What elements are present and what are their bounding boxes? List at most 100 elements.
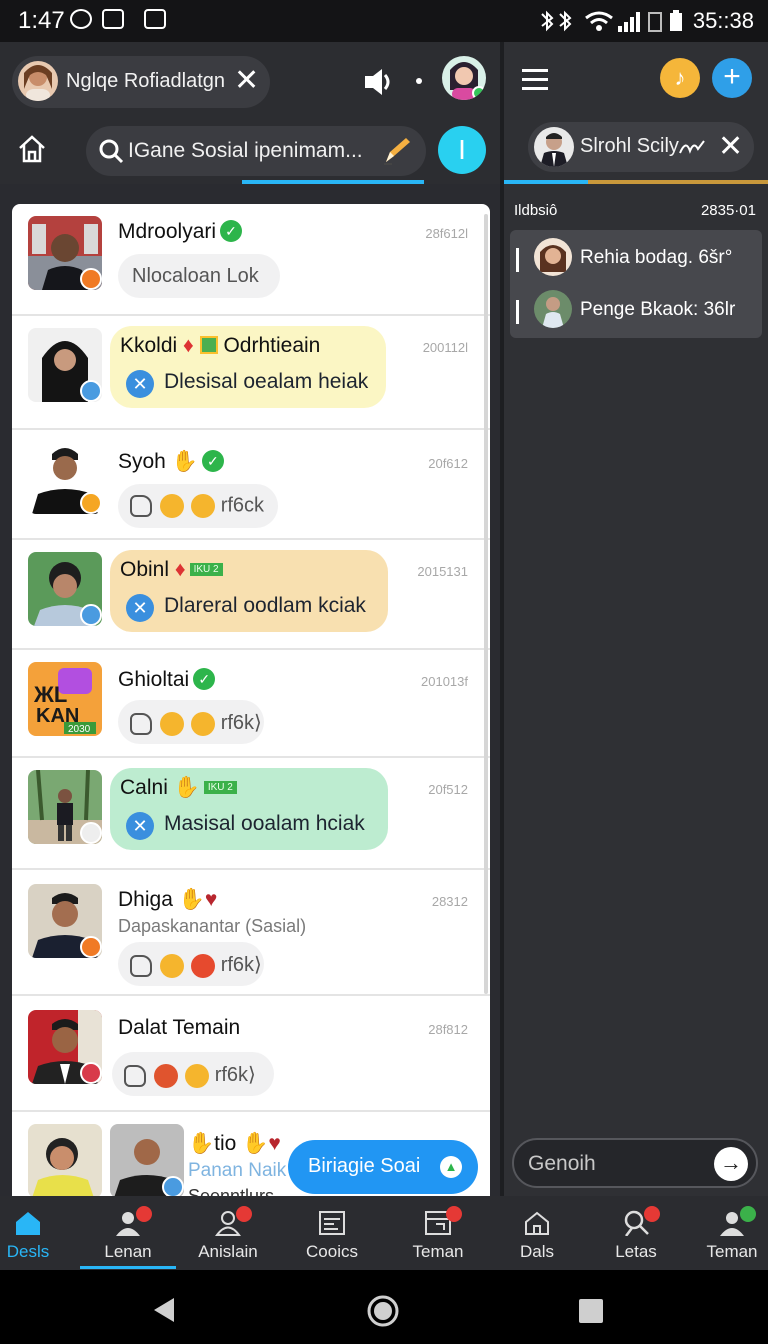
add-button[interactable]: + [712, 58, 752, 98]
message-input[interactable]: Genoih → [512, 1138, 758, 1188]
chat-name: Dalat Temain [118, 1016, 241, 1039]
pencil-icon[interactable] [380, 134, 414, 168]
notification-badge [446, 1206, 462, 1222]
speaker-icon[interactable] [362, 66, 394, 98]
close-icon[interactable]: ✕ [718, 132, 743, 162]
search-underline [242, 180, 424, 184]
contact-list: Rehia bodag. 6šr° Penge Bkaok: 36lr [510, 230, 762, 338]
screen-icon [144, 9, 166, 29]
chat-row[interactable]: Mdroolyari ✓ 28f612l Nlocaloan Lok [12, 204, 490, 316]
item-marker [516, 248, 519, 272]
list-item[interactable]: Penge Bkaok: 36lr [510, 288, 762, 332]
nav-item-teman-2[interactable]: Teman [682, 1196, 768, 1270]
bottom-nav: Desls Lenan Anislain Cooics Teman Dals L… [0, 1196, 768, 1270]
chat-bubble: Calni ✋ IKU 2 ✕ Masisal ooalam hciak [110, 768, 388, 850]
item-marker [516, 300, 519, 324]
hand-icon: ✋ [188, 1132, 215, 1155]
chat-preview: Dlesisal oealam heiak [164, 370, 369, 393]
wifi-icon [585, 11, 613, 31]
nav-item-dals[interactable]: Dals [487, 1196, 587, 1270]
list-item-label: Penge Bkaok: 36lr [580, 299, 736, 320]
nav-label: Dals [519, 1242, 554, 1261]
home-button-icon[interactable] [366, 1294, 400, 1328]
send-button[interactable]: → [714, 1147, 748, 1181]
nav-label: Teman [412, 1242, 464, 1261]
nav-item-lenan[interactable]: Lenan [78, 1196, 178, 1270]
chat-preview: Nlocaloan Lok [118, 254, 280, 298]
chat-date: 201013f [421, 674, 468, 689]
reaction-list: rf6k⟩ [130, 952, 262, 978]
profile-avatar[interactable] [442, 56, 486, 100]
search-icon [99, 139, 124, 164]
chat-row[interactable]: Syoh ✋ ✓ 20f612 rf6ck [12, 430, 490, 540]
list-item[interactable]: Rehia bodag. 6šr° [510, 236, 762, 280]
chat-subtitle: Panan Naik [188, 1160, 287, 1181]
contact-chip[interactable]: Nglqe Rofiadlatgn ✕ [12, 56, 270, 108]
tab-underline-secondary [588, 180, 768, 184]
chat-date: 28312 [431, 894, 468, 909]
reaction-pill[interactable]: rf6k⟩ [118, 942, 264, 986]
chat-preview: Masisal ooalam hciak [164, 812, 365, 835]
avatar [28, 552, 102, 626]
chat-name: ✋tio ✋♥ [188, 1132, 281, 1155]
nav-item-cooics[interactable]: Cooics [282, 1196, 382, 1270]
music-button[interactable]: ♪ [660, 58, 700, 98]
search-input[interactable]: IGane Sosial ipenimam... [128, 139, 363, 163]
signal-icon [618, 12, 640, 32]
notification-badge [136, 1206, 152, 1222]
close-icon[interactable]: ✕ [234, 66, 259, 96]
reaction-pill[interactable]: rf6k⟩ [118, 700, 264, 744]
thumb-icon [124, 1064, 146, 1087]
right-chip[interactable]: Slrohl Scily ✕ [528, 122, 754, 172]
bluetooth-icon [541, 10, 572, 32]
chat-name: Dhiga ✋♥ [118, 888, 218, 911]
chat-row[interactable]: Calni ✋ IKU 2 ✕ Masisal ooalam hciak 20f5… [12, 758, 490, 870]
avatar [28, 1010, 102, 1084]
hand-icon: ✋ [171, 450, 198, 473]
nav-label: Anislain [198, 1242, 258, 1261]
right-pane: ♪ + Slrohl Scily ✕ Ildbsiô 2835·01 Rehia… [504, 42, 768, 1196]
chat-row[interactable]: Kkoldi ♦ Odrhtieain ✕ Dlesisal oealam he… [12, 316, 490, 430]
close-icon[interactable]: ✕ [126, 370, 154, 398]
reaction-pill[interactable]: rf6ck [118, 484, 278, 528]
chat-row[interactable]: Dhiga ✋♥ 28312 Dapaskanantar (Sasial) rf… [12, 870, 490, 996]
new-chat-fab[interactable]: Biriagie Soai ▲ [288, 1140, 478, 1194]
chat-date: 28f612l [425, 226, 468, 241]
smile-emoji-icon [191, 494, 216, 518]
nav-label: Lenan [104, 1242, 152, 1261]
chat-name: Calni ✋ IKU 2 [120, 776, 237, 800]
nav-item-teman[interactable]: Teman [388, 1196, 488, 1270]
search-bar[interactable]: IGane Sosial ipenimam... [86, 126, 426, 176]
status-badge [80, 380, 102, 402]
search-button[interactable]: I [438, 126, 486, 174]
image-icon [199, 336, 218, 354]
chat-name: Ghioltai ✓ [118, 668, 216, 692]
avatar [28, 216, 102, 290]
close-icon[interactable]: ✕ [126, 594, 154, 622]
scrollbar[interactable] [484, 214, 488, 994]
calendar-icon [319, 1211, 345, 1235]
reaction-pill[interactable]: rf6k⟩ [112, 1052, 274, 1096]
close-icon[interactable]: ✕ [126, 812, 154, 840]
back-icon[interactable] [150, 1296, 178, 1324]
chat-row[interactable]: ЖL KAN 2030 Ghioltai ✓ 201013f rf6k⟩ [12, 650, 490, 758]
smile-emoji-icon [159, 711, 184, 736]
chat-row[interactable]: Obinl ♦ IKU 2 ✕ Dlareral oodlam kciak 201… [12, 540, 490, 650]
nav-label: Cooics [306, 1242, 358, 1261]
avatar [28, 770, 102, 844]
signature-icon [679, 140, 705, 154]
nav-item-anislain[interactable]: Anislain [178, 1196, 278, 1270]
reaction-list: rf6k⟩ [130, 710, 262, 736]
status-badge [162, 1176, 184, 1196]
menu-icon[interactable] [520, 66, 550, 94]
status-badge [80, 936, 102, 958]
nav-item-letas[interactable]: Letas [586, 1196, 686, 1270]
chat-row[interactable]: Dalat Temain 28f812 rf6k⟩ [12, 996, 490, 1112]
recents-icon[interactable] [578, 1298, 604, 1324]
home-icon[interactable] [16, 134, 48, 164]
heart-icon: ♥ [268, 1132, 281, 1155]
fab-label: Biriagie Soai [308, 1155, 421, 1177]
smile-emoji-icon [191, 711, 216, 736]
panel-date: 2835·01 [700, 202, 756, 219]
nav-item-desls[interactable]: Desls [0, 1196, 78, 1270]
